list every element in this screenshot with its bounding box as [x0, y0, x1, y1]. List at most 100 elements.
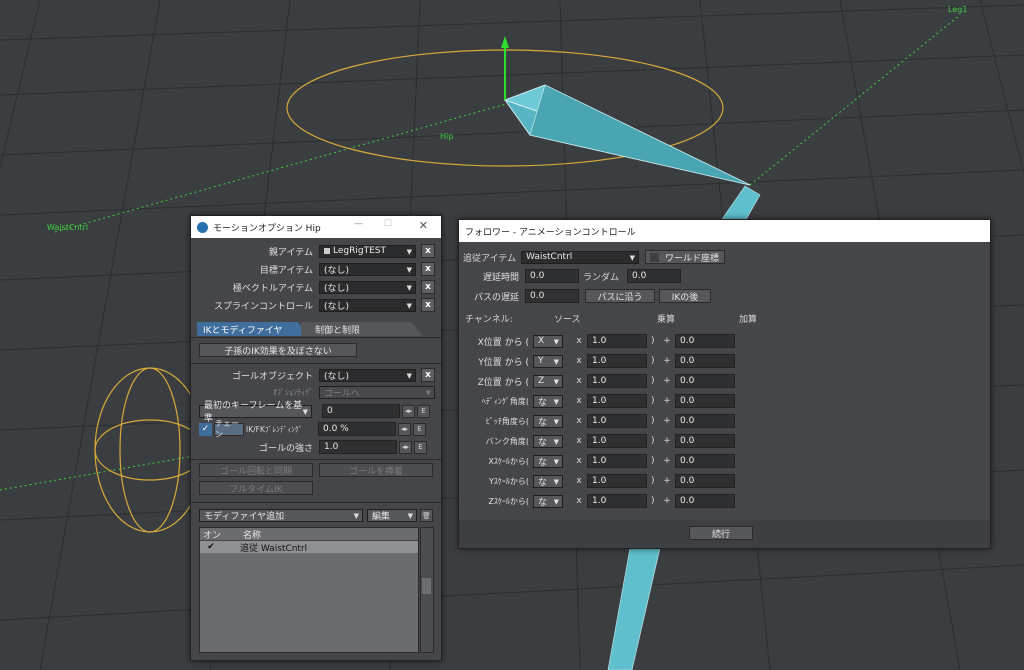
- target-item-value: (なし): [324, 265, 350, 276]
- multiply-sign: x: [576, 416, 582, 426]
- along-path-button[interactable]: パスに沿う: [585, 289, 655, 303]
- close-icon[interactable]: ✕: [419, 219, 428, 232]
- channel-multiply-field[interactable]: 1.0: [587, 354, 647, 368]
- clear-target-button[interactable]: x: [421, 262, 435, 276]
- scrollbar-thumb[interactable]: [422, 578, 431, 594]
- channel-multiply-field[interactable]: 1.0: [587, 394, 647, 408]
- list-item-check-icon[interactable]: ✔: [200, 542, 222, 552]
- fulltime-ik-button[interactable]: フルタイムIK: [199, 481, 313, 495]
- tab-ik-modifiers-label: IKとモディファイヤ: [203, 325, 283, 336]
- channel-add-field[interactable]: 0.0: [675, 374, 735, 388]
- channel-multiply-value: 1.0: [592, 396, 607, 406]
- list-header-name[interactable]: 名称: [225, 528, 261, 541]
- follow-item-dropdown[interactable]: WaistCntrl ▼: [521, 250, 639, 264]
- channel-source-dropdown[interactable]: な ▼: [533, 434, 563, 448]
- channel-source-dropdown[interactable]: な ▼: [533, 474, 563, 488]
- channel-source-dropdown[interactable]: な ▼: [533, 394, 563, 408]
- random-field[interactable]: 0.0: [627, 269, 681, 283]
- channel-multiply-field[interactable]: 1.0: [587, 494, 647, 508]
- list-scrollbar[interactable]: [420, 527, 434, 653]
- trash-icon[interactable]: 🗑: [420, 509, 433, 522]
- channel-label: ﾋﾟｯﾁ角度ら(: [485, 416, 529, 426]
- path-delay-field[interactable]: 0.0: [525, 289, 579, 303]
- list-item[interactable]: ✔ 追従 WaistCntrl: [200, 541, 418, 554]
- continue-button[interactable]: 続行: [689, 526, 753, 540]
- option-dropdown[interactable]: ゴールへ ▼: [319, 386, 435, 399]
- channel-source-dropdown[interactable]: Y ▼: [533, 354, 563, 368]
- channel-row: ﾍﾃﾞｨﾝｸﾞ角度(な ▼ x 1.0) +0.0: [459, 394, 735, 408]
- pole-vector-value: (なし): [324, 283, 350, 294]
- chain-checkbox[interactable]: ✓: [199, 422, 212, 436]
- modifier-list[interactable]: オン 名称 ✔ 追従 WaistCntrl: [199, 527, 419, 653]
- channel-source-dropdown[interactable]: な ▼: [533, 454, 563, 468]
- channel-add-field[interactable]: 0.0: [675, 434, 735, 448]
- path-delay-value: 0.0: [530, 291, 545, 301]
- chain-button[interactable]: チェーン: [214, 419, 244, 439]
- channel-source-dropdown[interactable]: Z ▼: [533, 374, 563, 388]
- list-header-on[interactable]: オン: [200, 528, 225, 541]
- follow-item-label: 追従アイテム: [463, 253, 517, 264]
- guide-line: [54, 99, 521, 233]
- goal-strength-value: 1.0: [324, 442, 339, 452]
- sync-goal-rotation-button[interactable]: ゴール回転と同期: [199, 463, 313, 477]
- follower-title-bar[interactable]: フォロワー - アニメーションコントロール: [459, 220, 990, 242]
- channel-add-field[interactable]: 0.0: [675, 354, 735, 368]
- close-paren: ): [651, 436, 655, 446]
- motion-title-bar[interactable]: モーションオプション Hip — ☐ ✕: [191, 216, 441, 238]
- tab-ik-modifiers[interactable]: IKとモディファイヤ: [197, 322, 307, 336]
- channel-multiply-field[interactable]: 1.0: [587, 374, 647, 388]
- bone-hip[interactable]: [503, 84, 751, 186]
- insert-goal-button[interactable]: ゴールを挿着: [319, 463, 433, 477]
- add-modifier-dropdown[interactable]: モディファイヤ追加 ▼: [199, 509, 363, 522]
- strength-e-button[interactable]: E: [414, 440, 427, 454]
- channel-multiply-field[interactable]: 1.0: [587, 474, 647, 488]
- channel-source-dropdown[interactable]: な ▼: [533, 414, 563, 428]
- clear-parent-button[interactable]: x: [421, 244, 435, 258]
- channel-multiply-field[interactable]: 1.0: [587, 334, 647, 348]
- channel-multiply-field[interactable]: 1.0: [587, 434, 647, 448]
- channel-source-dropdown[interactable]: X ▼: [533, 334, 563, 348]
- y-axis-arrow[interactable]: [501, 36, 509, 48]
- channel-add-field[interactable]: 0.0: [675, 334, 735, 348]
- channel-add-field[interactable]: 0.0: [675, 474, 735, 488]
- keyframe-arrows-icon[interactable]: ◂▸: [402, 404, 415, 418]
- pole-vector-dropdown[interactable]: (なし) ▼: [319, 280, 416, 294]
- first-key-dropdown[interactable]: 最初のキーフレームを基準 ▼: [199, 401, 312, 424]
- ik-after-button[interactable]: IKの後: [659, 289, 711, 303]
- follow-item-row: 追従アイテム WaistCntrl ▼ ワールド座標: [463, 250, 725, 264]
- tab-controls-limits[interactable]: 制御と制限: [301, 322, 423, 336]
- maximize-icon[interactable]: ☐: [384, 219, 392, 229]
- channel-multiply-value: 1.0: [592, 336, 607, 346]
- goal-strength-field[interactable]: 1.0: [319, 440, 397, 454]
- channel-add-field[interactable]: 0.0: [675, 394, 735, 408]
- edit-dropdown[interactable]: 編集 ▼: [367, 509, 417, 522]
- envelope-e-button[interactable]: E: [417, 404, 430, 418]
- option-label: ｵﾌﾟｼｮﾝﾃｨｸﾞ: [273, 388, 313, 397]
- goal-object-dropdown[interactable]: (なし) ▼: [319, 368, 416, 382]
- clear-goal-button[interactable]: x: [421, 368, 435, 382]
- channel-multiply-field[interactable]: 1.0: [587, 454, 647, 468]
- minimize-icon[interactable]: —: [354, 219, 363, 229]
- first-key-field[interactable]: 0: [322, 404, 400, 418]
- guide-line: [749, 14, 961, 186]
- strength-arrows-icon[interactable]: ◂▸: [399, 440, 412, 454]
- delay-field[interactable]: 0.0: [525, 269, 579, 283]
- waist-rings[interactable]: [94, 367, 206, 533]
- target-item-dropdown[interactable]: (なし) ▼: [319, 262, 416, 276]
- channel-add-field[interactable]: 0.0: [675, 454, 735, 468]
- blend-e-button[interactable]: E: [413, 422, 426, 436]
- spline-control-dropdown[interactable]: (なし) ▼: [319, 298, 416, 312]
- child-ik-button[interactable]: 子孫のIK効果を及ぼさない: [199, 343, 357, 357]
- channel-add-field[interactable]: 0.0: [675, 494, 735, 508]
- motion-options-window: モーションオプション Hip — ☐ ✕ 親アイテム LegRigTEST ▼ x…: [190, 215, 442, 661]
- channel-add-field[interactable]: 0.0: [675, 414, 735, 428]
- clear-pole-button[interactable]: x: [421, 280, 435, 294]
- world-coord-toggle[interactable]: ワールド座標: [645, 250, 725, 264]
- blend-arrows-icon[interactable]: ◂▸: [398, 422, 411, 436]
- blend-field[interactable]: 0.0 %: [318, 422, 396, 436]
- parent-item-dropdown[interactable]: LegRigTEST ▼: [319, 244, 416, 258]
- world-coord-checkbox[interactable]: [650, 252, 659, 262]
- clear-spline-button[interactable]: x: [421, 298, 435, 312]
- channel-multiply-field[interactable]: 1.0: [587, 414, 647, 428]
- channel-source-dropdown[interactable]: な ▼: [533, 494, 563, 508]
